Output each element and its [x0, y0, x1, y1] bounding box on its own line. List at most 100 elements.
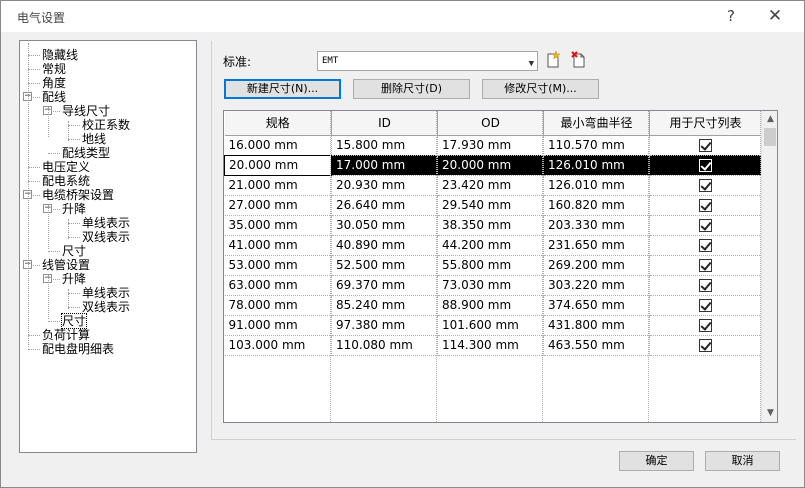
tree-item[interactable]: 隐藏线 — [42, 48, 78, 62]
scroll-up-icon[interactable]: ▲ — [762, 111, 777, 128]
cell-od[interactable]: 29.540 mm — [437, 195, 544, 216]
used-in-size-list-checkbox[interactable] — [699, 339, 712, 352]
tree-item[interactable]: 单线表示 — [82, 286, 130, 300]
cell-id[interactable]: 15.800 mm — [331, 135, 438, 156]
cancel-button[interactable]: 取消 — [705, 451, 780, 471]
delete-standard-icon[interactable] — [571, 51, 587, 69]
cell-min-bend-radius[interactable]: 126.010 mm — [543, 175, 650, 196]
cell-size[interactable]: 16.000 mm — [224, 135, 332, 156]
tree-item[interactable]: 电压定义 — [42, 160, 90, 174]
tree-item[interactable]: 尺寸 — [60, 313, 88, 329]
cell-size[interactable]: 53.000 mm — [224, 255, 332, 276]
table-row[interactable]: 16.000 mm 15.800 mm 17.930 mm 110.570 mm — [224, 135, 762, 156]
table-row[interactable]: 41.000 mm 40.890 mm 44.200 mm 231.650 mm — [224, 235, 762, 256]
table-row[interactable]: 35.000 mm 30.050 mm 38.350 mm 203.330 mm — [224, 215, 762, 236]
cell-od[interactable]: 44.200 mm — [437, 235, 544, 256]
tree-item[interactable]: 配线 — [42, 90, 66, 104]
cell-id[interactable]: 30.050 mm — [331, 215, 438, 236]
cell-min-bend-radius[interactable]: 374.650 mm — [543, 295, 650, 316]
used-in-size-list-checkbox[interactable] — [699, 239, 712, 252]
cell-size[interactable]: 21.000 mm — [224, 175, 332, 196]
tree-item[interactable]: 升降 — [62, 272, 86, 286]
tree-item[interactable]: 角度 — [42, 76, 66, 90]
cell-id[interactable]: 85.240 mm — [331, 295, 438, 316]
cell-id[interactable]: 69.370 mm — [331, 275, 438, 296]
used-in-size-list-checkbox[interactable] — [699, 319, 712, 332]
cell-min-bend-radius[interactable]: 231.650 mm — [543, 235, 650, 256]
used-in-size-list-checkbox[interactable] — [699, 179, 712, 192]
used-in-size-list-checkbox[interactable] — [699, 299, 712, 312]
cell-size[interactable]: 91.000 mm — [224, 315, 332, 336]
cell-size[interactable]: 63.000 mm — [224, 275, 332, 296]
ok-button[interactable]: 确定 — [619, 451, 694, 471]
tree-item[interactable]: 导线尺寸 — [62, 104, 110, 118]
cell-id[interactable]: 40.890 mm — [331, 235, 438, 256]
cell-size[interactable]: 41.000 mm — [224, 235, 332, 256]
table-row[interactable]: 27.000 mm 26.640 mm 29.540 mm 160.820 mm — [224, 195, 762, 216]
tree-item[interactable]: 配线类型 — [62, 146, 110, 160]
cell-od[interactable]: 38.350 mm — [437, 215, 544, 236]
tree-item[interactable]: 尺寸 — [62, 244, 86, 258]
cell-size[interactable]: 35.000 mm — [224, 215, 332, 236]
tree-item[interactable]: 电缆桥架设置 — [42, 188, 114, 202]
table-row[interactable]: 21.000 mm 20.930 mm 23.420 mm 126.010 mm — [224, 175, 762, 196]
cell-id[interactable]: 110.080 mm — [331, 335, 438, 356]
used-in-size-list-checkbox[interactable] — [699, 159, 712, 172]
tree-item[interactable]: 配电系统 — [42, 174, 90, 188]
close-button[interactable]: ✕ — [762, 6, 788, 26]
delete-size-button[interactable]: 删除尺寸(D) — [353, 79, 470, 99]
cell-min-bend-radius[interactable]: 269.200 mm — [543, 255, 650, 276]
cell-od[interactable]: 114.300 mm — [437, 335, 544, 356]
tree-item[interactable]: 单线表示 — [82, 216, 130, 230]
tree-item[interactable]: 负荷计算 — [42, 328, 90, 342]
scroll-down-icon[interactable]: ▼ — [762, 405, 777, 422]
used-in-size-list-checkbox[interactable] — [699, 279, 712, 292]
tree-item[interactable]: 地线 — [82, 132, 106, 146]
table-row[interactable]: 91.000 mm 97.380 mm 101.600 mm 431.800 mm — [224, 315, 762, 336]
standard-select[interactable]: EMT ▼ — [317, 51, 538, 71]
cell-min-bend-radius[interactable]: 126.010 mm — [543, 155, 650, 176]
cell-id[interactable]: 20.930 mm — [331, 175, 438, 196]
cell-id[interactable]: 97.380 mm — [331, 315, 438, 336]
cell-min-bend-radius[interactable]: 203.330 mm — [543, 215, 650, 236]
column-header-min-bend-radius[interactable]: 最小弯曲半径 — [543, 111, 650, 136]
table-row[interactable]: 63.000 mm 69.370 mm 73.030 mm 303.220 mm — [224, 275, 762, 296]
cell-size[interactable]: 78.000 mm — [224, 295, 332, 316]
cell-min-bend-radius[interactable]: 110.570 mm — [543, 135, 650, 156]
table-row[interactable]: 20.000 mm 17.000 mm 20.000 mm 126.010 mm — [224, 154, 762, 176]
table-row[interactable]: 53.000 mm 52.500 mm 55.800 mm 269.200 mm — [224, 255, 762, 276]
used-in-size-list-checkbox[interactable] — [699, 259, 712, 272]
tree-item[interactable]: 升降 — [62, 202, 86, 216]
column-header-size[interactable]: 规格 — [224, 111, 332, 136]
scroll-thumb[interactable] — [764, 128, 776, 146]
cell-od[interactable]: 23.420 mm — [437, 175, 544, 196]
cell-od[interactable]: 17.930 mm — [437, 135, 544, 156]
used-in-size-list-checkbox[interactable] — [699, 219, 712, 232]
add-standard-icon[interactable] — [545, 50, 561, 69]
cell-od[interactable]: 73.030 mm — [437, 275, 544, 296]
cell-od[interactable]: 55.800 mm — [437, 255, 544, 276]
column-header-id[interactable]: ID — [331, 111, 438, 136]
tree-item[interactable]: 双线表示 — [82, 300, 130, 314]
table-row[interactable]: 78.000 mm 85.240 mm 88.900 mm 374.650 mm — [224, 295, 762, 316]
tree-item[interactable]: 常规 — [42, 62, 66, 76]
modify-size-button[interactable]: 修改尺寸(M)... — [482, 79, 599, 99]
tree-item[interactable]: 配电盘明细表 — [42, 342, 114, 356]
cell-size[interactable]: 27.000 mm — [224, 195, 332, 216]
cell-min-bend-radius[interactable]: 303.220 mm — [543, 275, 650, 296]
table-scrollbar[interactable]: ▲ ▼ — [761, 111, 777, 422]
cell-id[interactable]: 52.500 mm — [331, 255, 438, 276]
cell-od[interactable]: 88.900 mm — [437, 295, 544, 316]
used-in-size-list-checkbox[interactable] — [699, 139, 712, 152]
used-in-size-list-checkbox[interactable] — [699, 199, 712, 212]
settings-tree[interactable]: 隐藏线 常规 角度 配线 − 导线尺寸 − 校正系数 地线 配线类型 电压定义 配电系统 电缆桥架设置 −… — [19, 40, 197, 453]
cell-size[interactable]: 103.000 mm — [224, 335, 332, 356]
cell-od[interactable]: 20.000 mm — [437, 155, 544, 176]
cell-min-bend-radius[interactable]: 160.820 mm — [543, 195, 650, 216]
table-row[interactable]: 103.000 mm 110.080 mm 114.300 mm 463.550 mm — [224, 335, 762, 356]
cell-min-bend-radius[interactable]: 463.550 mm — [543, 335, 650, 356]
size-table[interactable]: 规格 ID OD 最小弯曲半径 用于尺寸列表 16.000 mm 15.800 m… — [223, 110, 778, 423]
cell-size[interactable]: 20.000 mm — [224, 154, 332, 176]
new-size-button[interactable]: 新建尺寸(N)... — [224, 79, 341, 99]
tree-item[interactable]: 线管设置 — [42, 258, 90, 272]
